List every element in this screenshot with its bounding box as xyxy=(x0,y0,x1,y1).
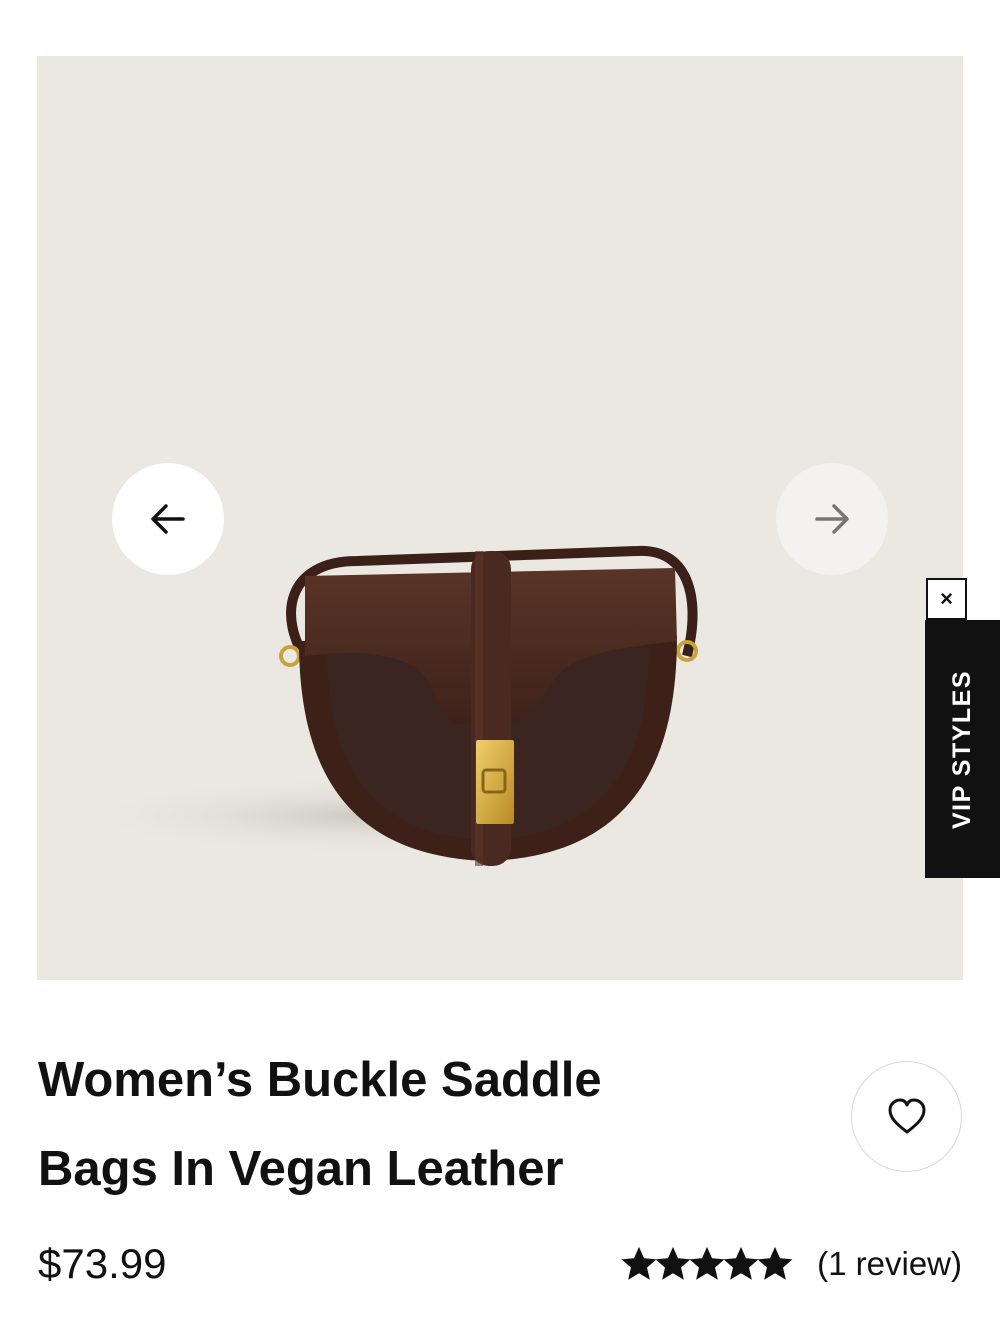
star-icon xyxy=(757,1246,793,1280)
star-icon xyxy=(655,1246,691,1280)
star-icon xyxy=(621,1246,657,1280)
arrow-right-icon xyxy=(815,504,849,534)
previous-image-button[interactable] xyxy=(112,463,224,575)
arrow-left-icon xyxy=(151,504,185,534)
product-rating[interactable]: (1 review) xyxy=(621,1238,962,1290)
product-title: Women’s Buckle Saddle Bags In Vegan Leat… xyxy=(38,1036,798,1214)
add-to-wishlist-button[interactable] xyxy=(851,1061,962,1172)
close-icon: × xyxy=(940,586,953,611)
heart-icon xyxy=(888,1098,925,1133)
star-icon xyxy=(723,1246,759,1280)
vip-close-button[interactable]: × xyxy=(926,578,967,620)
rating-stars xyxy=(621,1246,793,1282)
product-gallery[interactable] xyxy=(37,56,963,980)
star-icon xyxy=(689,1246,725,1280)
product-price: $73.99 xyxy=(38,1240,167,1287)
vip-styles-label: VIP STYLES xyxy=(948,669,976,829)
vip-styles-tab[interactable]: VIP STYLES xyxy=(925,620,1000,878)
product-title-line-1: Women’s Buckle Saddle xyxy=(38,1053,602,1107)
product-page: × VIP STYLES Women’s Buckle Saddle Bags … xyxy=(0,0,1000,1333)
next-image-button[interactable] xyxy=(776,463,888,575)
review-count-link[interactable]: (1 review) xyxy=(817,1245,962,1283)
product-title-line-2: Bags In Vegan Leather xyxy=(38,1142,564,1196)
